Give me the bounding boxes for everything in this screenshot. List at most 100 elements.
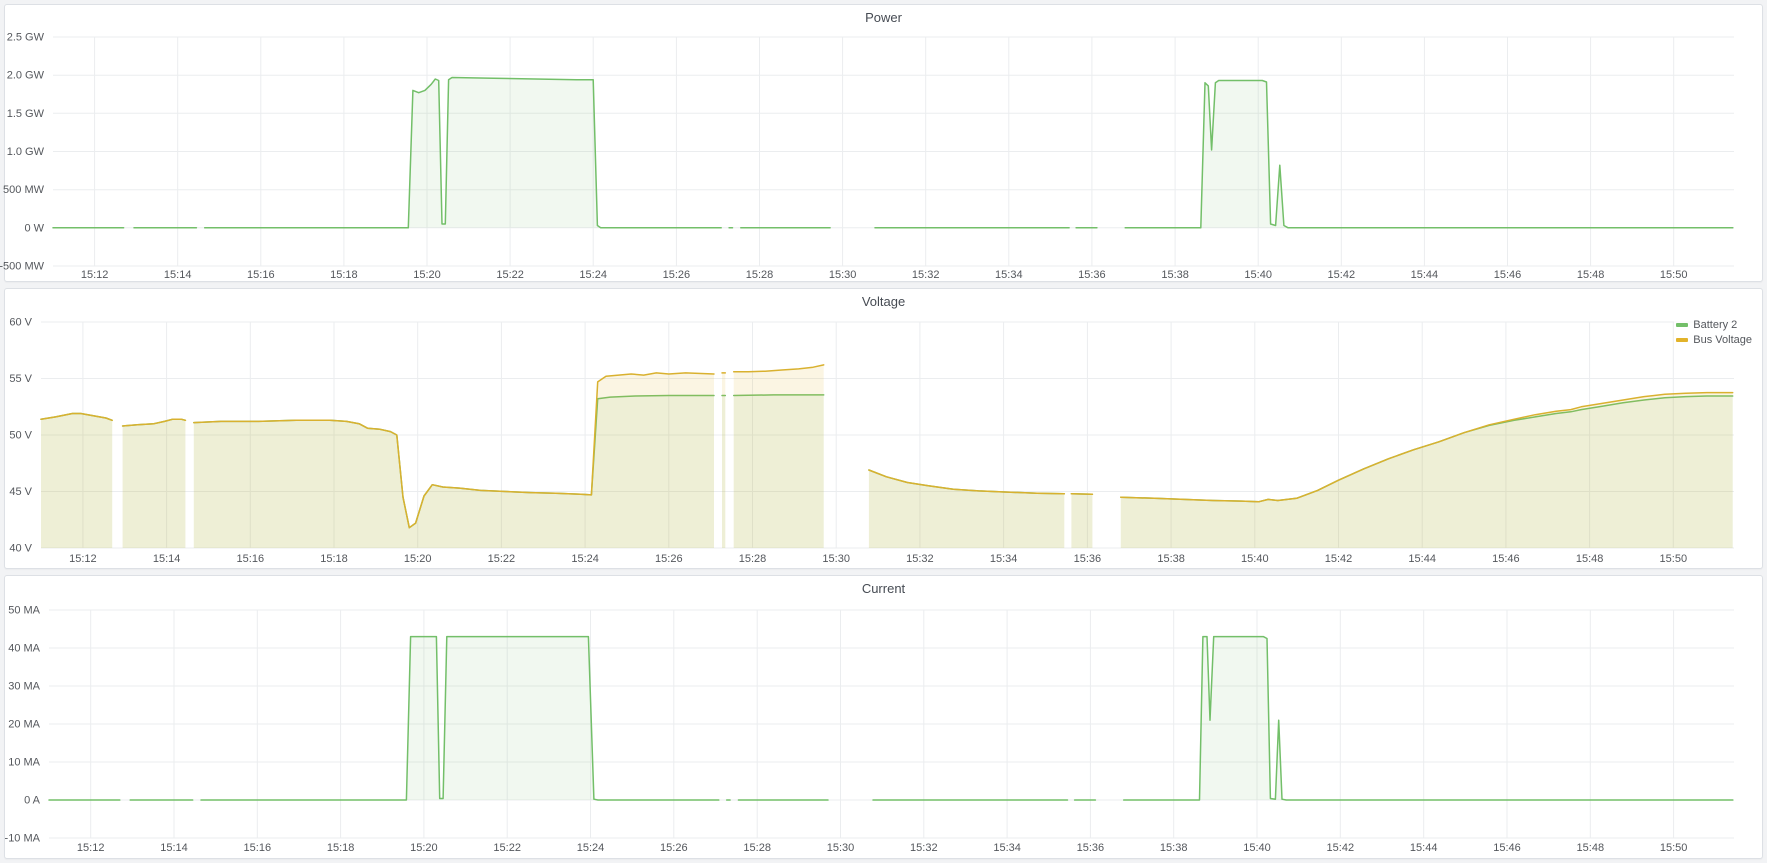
legend-label: Bus Voltage — [1693, 333, 1752, 347]
y-axis-tick-label: 2.0 GW — [7, 70, 45, 82]
x-axis-tick-label: 15:46 — [1494, 269, 1522, 281]
x-axis-tick-label: 15:20 — [404, 553, 432, 565]
panel-current: Current 50 MA 40 MA 30 MA 20 MA 10 MA 0 A -10 … — [4, 575, 1763, 859]
x-axis-tick-label: 15:38 — [1161, 269, 1189, 281]
x-axis-tick-label: 15:18 — [330, 269, 358, 281]
current-chart[interactable]: 50 MA 40 MA 30 MA 20 MA 10 MA 0 A -10 MA 15:12 1… — [5, 600, 1762, 858]
x-axis-tick-label: 15:12 — [77, 842, 105, 854]
x-axis-tick-label: 15:34 — [990, 553, 1018, 565]
current-chart-svg[interactable]: 50 MA 40 MA 30 MA 20 MA 10 MA 0 A -10 MA 15:12 1… — [5, 600, 1762, 858]
x-axis-tick-label: 15:16 — [237, 553, 265, 565]
x-axis-tick-label: 15:50 — [1660, 269, 1688, 281]
y-axis-tick-label: 0 A — [24, 795, 41, 807]
series-area — [201, 637, 719, 800]
y-axis-tick-label: 50 V — [9, 430, 32, 442]
x-axis-tick-label: 15:30 — [829, 269, 857, 281]
y-axis-tick-label: 40 MA — [8, 643, 40, 655]
dashboard: Power 2.5 GW 2.0 GW 1.5 GW 1.0 GW 500 MW 0 W -… — [0, 0, 1767, 863]
x-axis-tick-label: 15:22 — [496, 269, 524, 281]
x-axis-tick-label: 15:32 — [912, 269, 940, 281]
panel-title-current[interactable]: Current — [5, 576, 1762, 600]
x-axis-tick-label: 15:44 — [1408, 553, 1436, 565]
x-axis-tick-label: 15:30 — [822, 553, 850, 565]
x-axis-tick-label: 15:38 — [1157, 553, 1185, 565]
y-axis-tick-label: 1.5 GW — [7, 108, 45, 120]
panel-title-text: Power — [865, 10, 902, 25]
y-axis-tick-label: 60 V — [9, 317, 32, 329]
x-axis-tick-label: 15:36 — [1078, 269, 1106, 281]
y-axis-tick-label: 1.0 GW — [7, 146, 45, 158]
x-axis-tick-label: 15:14 — [164, 269, 192, 281]
x-axis-tick-label: 15:22 — [488, 553, 516, 565]
x-axis-tick-label: 15:30 — [827, 842, 855, 854]
x-axis-tick-label: 15:12 — [81, 269, 109, 281]
series-area — [1124, 637, 1733, 800]
legend-item-battery-2[interactable]: Battery 2 — [1676, 318, 1752, 332]
y-axis-tick-label: -10 MA — [5, 833, 41, 845]
y-axis-tick-label: 10 MA — [8, 757, 40, 769]
x-axis-tick-label: 15:40 — [1244, 269, 1272, 281]
x-axis-tick-label: 15:24 — [571, 553, 599, 565]
panel-voltage: Voltage 60 V 55 V 50 V 45 V 40 V 15:12 15:14 15… — [4, 288, 1763, 569]
y-axis-tick-label: 2.5 GW — [7, 32, 45, 44]
series-area — [1125, 81, 1733, 228]
legend-swatch-icon — [1676, 323, 1688, 327]
x-axis-tick-label: 15:48 — [1577, 269, 1605, 281]
series-area — [194, 373, 714, 548]
y-axis-tick-label: 0 W — [24, 222, 44, 234]
panel-title-text: Voltage — [862, 294, 905, 309]
x-axis-tick-label: 15:48 — [1576, 553, 1604, 565]
x-axis-tick-label: 15:26 — [660, 842, 688, 854]
x-axis-tick-label: 15:16 — [247, 269, 275, 281]
x-axis-tick-label: 15:36 — [1074, 553, 1102, 565]
x-axis-tick-label: 15:26 — [663, 269, 691, 281]
x-axis-tick-label: 15:44 — [1410, 842, 1438, 854]
legend-swatch-icon — [1676, 338, 1688, 342]
y-axis-tick-label: 40 V — [9, 543, 32, 555]
y-axis-tick-label: 55 V — [9, 373, 32, 385]
panel-power: Power 2.5 GW2.0 GW1.5 GW1.0 GW500 MW0 W-… — [4, 4, 1763, 282]
power-chart-svg[interactable]: 2.5 GW2.0 GW1.5 GW1.0 GW500 MW0 W-500 MW… — [5, 29, 1762, 281]
x-axis-tick-label: 15:12 — [69, 553, 97, 565]
x-axis-tick-label: 15:40 — [1241, 553, 1269, 565]
x-axis-tick-label: 15:32 — [906, 553, 934, 565]
x-axis-tick-label: 15:20 — [410, 842, 438, 854]
y-axis-tick-label: 30 MA — [8, 681, 40, 693]
panel-title-power[interactable]: Power — [5, 5, 1762, 29]
x-axis-tick-label: 15:42 — [1328, 269, 1356, 281]
x-axis-tick-label: 15:26 — [655, 553, 683, 565]
x-axis-tick-label: 15:16 — [244, 842, 272, 854]
x-axis-tick-label: 15:28 — [746, 269, 774, 281]
x-axis-tick-label: 15:50 — [1660, 842, 1688, 854]
panel-title-text: Current — [862, 581, 905, 596]
x-axis-tick-label: 15:44 — [1411, 269, 1439, 281]
series-line — [1071, 494, 1092, 495]
panel-title-voltage[interactable]: Voltage — [5, 289, 1762, 313]
x-axis-tick-label: 15:14 — [153, 553, 181, 565]
x-axis-tick-label: 15:40 — [1243, 842, 1271, 854]
y-axis-tick-label: -500 MW — [0, 261, 45, 273]
series-area — [734, 365, 824, 548]
series-area — [722, 373, 725, 548]
voltage-chart[interactable]: 60 V 55 V 50 V 45 V 40 V 15:12 15:14 15:16 15:18… — [5, 313, 1762, 568]
x-axis-tick-label: 15:22 — [493, 842, 521, 854]
x-axis-tick-label: 15:14 — [160, 842, 188, 854]
x-axis-tick-label: 15:38 — [1160, 842, 1188, 854]
x-axis-tick-label: 15:24 — [579, 269, 607, 281]
x-axis-tick-label: 15:24 — [577, 842, 605, 854]
x-axis-tick-label: 15:34 — [993, 842, 1021, 854]
y-axis-tick-label: 20 MA — [8, 719, 40, 731]
legend-label: Battery 2 — [1693, 318, 1737, 332]
y-axis-tick-label: 45 V — [9, 486, 32, 498]
x-axis-tick-label: 15:46 — [1492, 553, 1520, 565]
x-axis-tick-label: 15:34 — [995, 269, 1023, 281]
voltage-chart-svg[interactable]: 60 V 55 V 50 V 45 V 40 V 15:12 15:14 15:16 15:18… — [5, 313, 1762, 568]
y-axis-tick-label: 50 MA — [8, 605, 40, 617]
legend-item-bus-voltage[interactable]: Bus Voltage — [1676, 333, 1752, 347]
chart-legend: Battery 2Bus Voltage — [1674, 317, 1754, 348]
power-chart[interactable]: 2.5 GW2.0 GW1.5 GW1.0 GW500 MW0 W-500 MW… — [5, 29, 1762, 281]
y-axis-tick-label: 500 MW — [3, 184, 45, 196]
x-axis-tick-label: 15:42 — [1327, 842, 1355, 854]
x-axis-tick-label: 15:18 — [320, 553, 348, 565]
x-axis-tick-label: 15:28 — [739, 553, 767, 565]
